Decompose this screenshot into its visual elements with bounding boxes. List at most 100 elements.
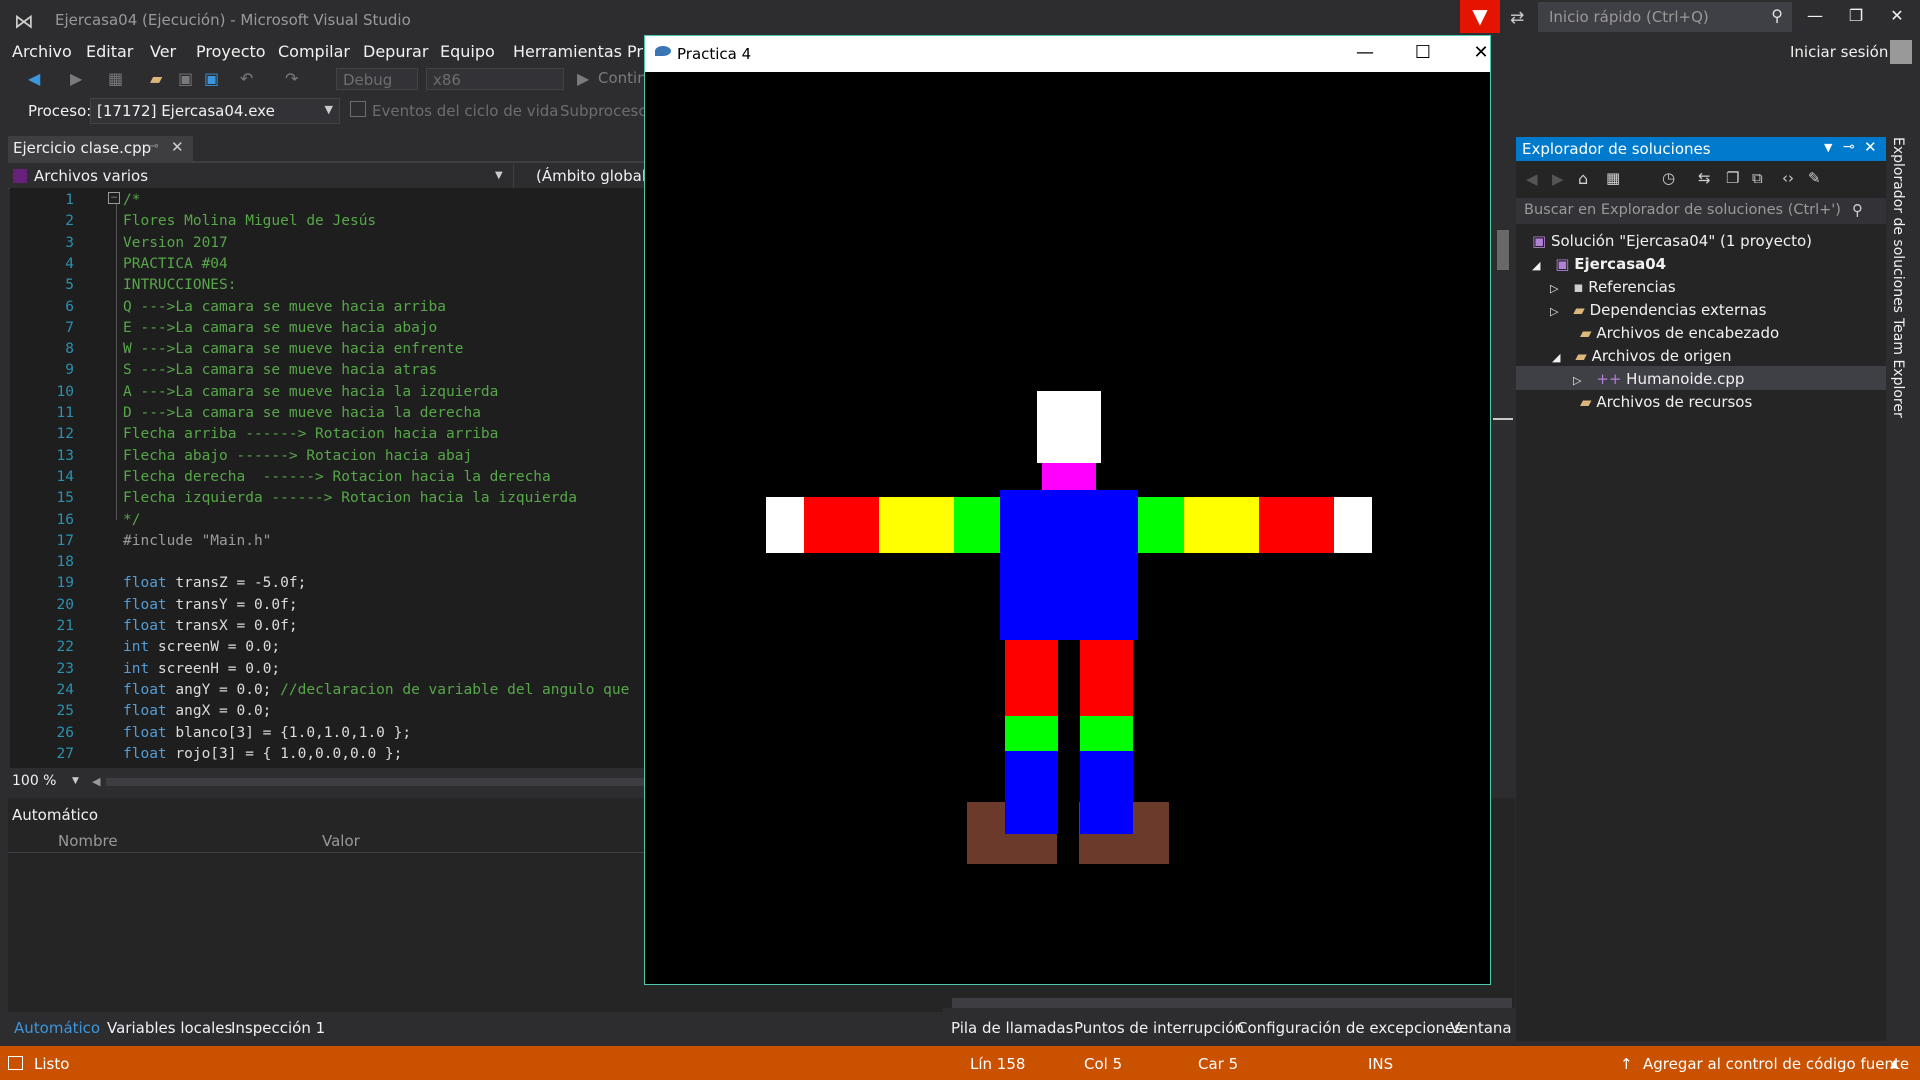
home-icon[interactable]: ⌂ bbox=[1578, 169, 1588, 188]
close-button[interactable]: ✕ bbox=[1461, 42, 1501, 63]
feedback-icon[interactable]: ⇄ bbox=[1510, 8, 1524, 28]
tree-item-source-files[interactable]: ◢ ▰ Archivos de origen bbox=[1552, 347, 1732, 365]
account-icon[interactable] bbox=[1890, 40, 1912, 64]
practica-window: Practica 4 — ☐ ✕ bbox=[644, 35, 1491, 985]
side-tab-team-explorer[interactable]: Team Explorer bbox=[1890, 318, 1906, 418]
line-number: 23 bbox=[56, 660, 74, 677]
humanoid-left-knee bbox=[1005, 716, 1058, 751]
tab-configuracion-excepciones[interactable]: Configuración de excepciones bbox=[1237, 1019, 1462, 1037]
continue-button[interactable]: Contin bbox=[598, 69, 647, 87]
search-icon[interactable]: ⚲ bbox=[1852, 201, 1863, 219]
maximize-button[interactable]: ☐ bbox=[1403, 42, 1443, 63]
menu-proyecto[interactable]: Proyecto bbox=[196, 42, 266, 61]
pin-icon[interactable]: ⊸ bbox=[148, 139, 159, 154]
code-text: angY = 0.0; bbox=[166, 681, 281, 698]
process-dropdown[interactable]: [17172] Ejercasa04.exe ▼ bbox=[90, 98, 340, 124]
configuration-dropdown[interactable]: Debug bbox=[336, 68, 418, 90]
chevron-down-icon[interactable]: ▼ bbox=[72, 776, 79, 786]
col-value[interactable]: Valor bbox=[322, 832, 360, 850]
collapse-icon[interactable]: − bbox=[108, 192, 120, 204]
tab-inspeccion[interactable]: Inspección 1 bbox=[231, 1019, 325, 1037]
side-tab-solution-explorer[interactable]: Explorador de soluciones bbox=[1890, 137, 1906, 313]
continue-icon[interactable]: ▶ bbox=[577, 69, 589, 88]
tree-item-resource-files[interactable]: ▰ Archivos de recursos bbox=[1580, 393, 1752, 411]
menu-ver[interactable]: Ver bbox=[150, 42, 176, 61]
view-code-icon[interactable]: ‹› bbox=[1782, 169, 1794, 187]
tab-variables-locales[interactable]: Variables locales bbox=[107, 1019, 232, 1037]
close-tab-icon[interactable]: ✕ bbox=[171, 138, 184, 156]
lifecycle-events-icon[interactable] bbox=[350, 101, 366, 117]
global-scope-dropdown[interactable]: (Ámbito global) bbox=[536, 167, 652, 185]
opengl-canvas[interactable] bbox=[645, 72, 1490, 984]
redo-icon[interactable]: ↷ bbox=[285, 69, 298, 88]
line-number: 7 bbox=[65, 319, 74, 336]
minimize-button[interactable]: — bbox=[1345, 42, 1385, 63]
chevron-down-icon[interactable]: ▼ bbox=[495, 170, 503, 181]
chevron-down-icon[interactable]: ▼ bbox=[1824, 141, 1832, 154]
undo-icon[interactable]: ↶ bbox=[240, 69, 253, 88]
line-number: 27 bbox=[56, 745, 74, 762]
tab-ventana[interactable]: Ventana C bbox=[1450, 1019, 1512, 1037]
tree-item-external-deps[interactable]: ▷ ▰ Dependencias externas bbox=[1550, 301, 1766, 319]
code-line: float blanco[3] = {1.0,1.0,1.0 }; bbox=[123, 725, 411, 741]
forward-icon[interactable]: ▶ bbox=[1552, 170, 1564, 188]
scrollbar-thumb[interactable] bbox=[1497, 230, 1509, 270]
code-editor[interactable]: 1 /* 2 Flores Molina Miguel de Jesús 3 Versio… bbox=[10, 188, 644, 768]
call-stack-scrollbar[interactable] bbox=[952, 998, 1512, 1008]
add-source-control-button[interactable]: Agregar al control de código fuente bbox=[1643, 1055, 1909, 1073]
properties-icon[interactable]: ✎ bbox=[1808, 169, 1821, 187]
humanoid-head bbox=[1037, 391, 1101, 463]
close-button[interactable]: ✕ bbox=[1877, 6, 1917, 25]
quick-launch-input[interactable]: Inicio rápido (Ctrl+Q) ⚲ bbox=[1538, 2, 1792, 32]
tab-automatico[interactable]: Automático bbox=[14, 1019, 100, 1037]
new-project-icon[interactable]: ▦ bbox=[108, 69, 123, 88]
tab-puntos-interrupcion[interactable]: Puntos de interrupción bbox=[1074, 1019, 1244, 1037]
pending-changes-icon[interactable]: ◷ bbox=[1662, 169, 1675, 187]
app-icon bbox=[655, 46, 671, 56]
close-icon[interactable]: ✕ bbox=[1864, 138, 1877, 156]
tree-item-humanoide[interactable]: ▷ ++ Humanoide.cpp bbox=[1573, 370, 1744, 388]
show-all-files-icon[interactable]: ⧉ bbox=[1752, 169, 1763, 187]
solution-search-input[interactable]: Buscar en Explorador de soluciones (Ctrl… bbox=[1516, 198, 1886, 224]
tree-item-project[interactable]: ◢ ▣ Ejercasa04 bbox=[1532, 255, 1666, 273]
menu-depurar[interactable]: Depurar bbox=[363, 42, 428, 61]
forward-icon[interactable]: ▶ bbox=[70, 69, 82, 88]
tab-ejercicio-clase[interactable]: Ejercicio clase.cpp ⊸ ✕ bbox=[8, 136, 193, 161]
back-icon[interactable]: ◀ bbox=[28, 69, 40, 88]
open-file-icon[interactable]: ▰ bbox=[150, 69, 162, 88]
tab-pila-llamadas[interactable]: Pila de llamadas bbox=[951, 1019, 1073, 1037]
notification-filter-icon[interactable]: ▼ bbox=[1460, 0, 1500, 33]
sync-icon[interactable]: ⇆ bbox=[1698, 169, 1711, 187]
horizontal-scrollbar[interactable] bbox=[106, 778, 646, 786]
menu-herramientas[interactable]: Herramientas bbox=[513, 42, 622, 61]
chevron-up-icon[interactable]: ▲ bbox=[1890, 1057, 1898, 1070]
menu-archivo[interactable]: Archivo bbox=[12, 42, 72, 61]
tree-item-references[interactable]: ▷ ▪ Referencias bbox=[1550, 278, 1676, 296]
platform-dropdown[interactable]: x86 bbox=[426, 68, 564, 90]
source-control-icon[interactable]: ↑ bbox=[1620, 1055, 1633, 1073]
editor-vertical-scrollbar[interactable] bbox=[1491, 140, 1516, 765]
tree-item-header-files[interactable]: ▰ Archivos de encabezado bbox=[1580, 324, 1779, 342]
save-all-icon[interactable]: ▣ bbox=[204, 69, 219, 88]
collapse-all-icon[interactable]: ❐ bbox=[1726, 169, 1739, 187]
col-name[interactable]: Nombre bbox=[58, 832, 118, 850]
output-window-icon[interactable] bbox=[8, 1056, 23, 1070]
back-icon[interactable]: ◀ bbox=[1526, 170, 1538, 188]
scroll-left-icon[interactable]: ◀ bbox=[92, 775, 100, 788]
search-icon[interactable]: ⚲ bbox=[1771, 6, 1783, 25]
solution-explorer-toolbar: ◀ ▶ ⌂ ▦ ◷ ⇆ ❐ ⧉ ‹› ✎ bbox=[1516, 168, 1886, 194]
zoom-dropdown[interactable]: 100 % bbox=[12, 773, 56, 789]
save-icon[interactable]: ▣ bbox=[178, 69, 193, 88]
menu-compilar[interactable]: Compilar bbox=[278, 42, 350, 61]
minimize-button[interactable]: — bbox=[1795, 6, 1835, 25]
menu-editar[interactable]: Editar bbox=[86, 42, 133, 61]
lifecycle-events-label[interactable]: Eventos del ciclo de vida bbox=[372, 102, 558, 120]
menu-equipo[interactable]: Equipo bbox=[440, 42, 495, 61]
tree-item-solution[interactable]: ▣ Solución "Ejercasa04" (1 proyecto) bbox=[1532, 232, 1812, 250]
signin-link[interactable]: Iniciar sesión bbox=[1790, 43, 1888, 61]
restore-button[interactable]: ❐ bbox=[1836, 6, 1876, 25]
file-scope-dropdown[interactable]: Archivos varios bbox=[34, 167, 148, 185]
pin-icon[interactable]: ⊸ bbox=[1843, 139, 1855, 155]
switch-views-icon[interactable]: ▦ bbox=[1606, 169, 1620, 187]
practica-titlebar: Practica 4 — ☐ ✕ bbox=[645, 36, 1490, 72]
